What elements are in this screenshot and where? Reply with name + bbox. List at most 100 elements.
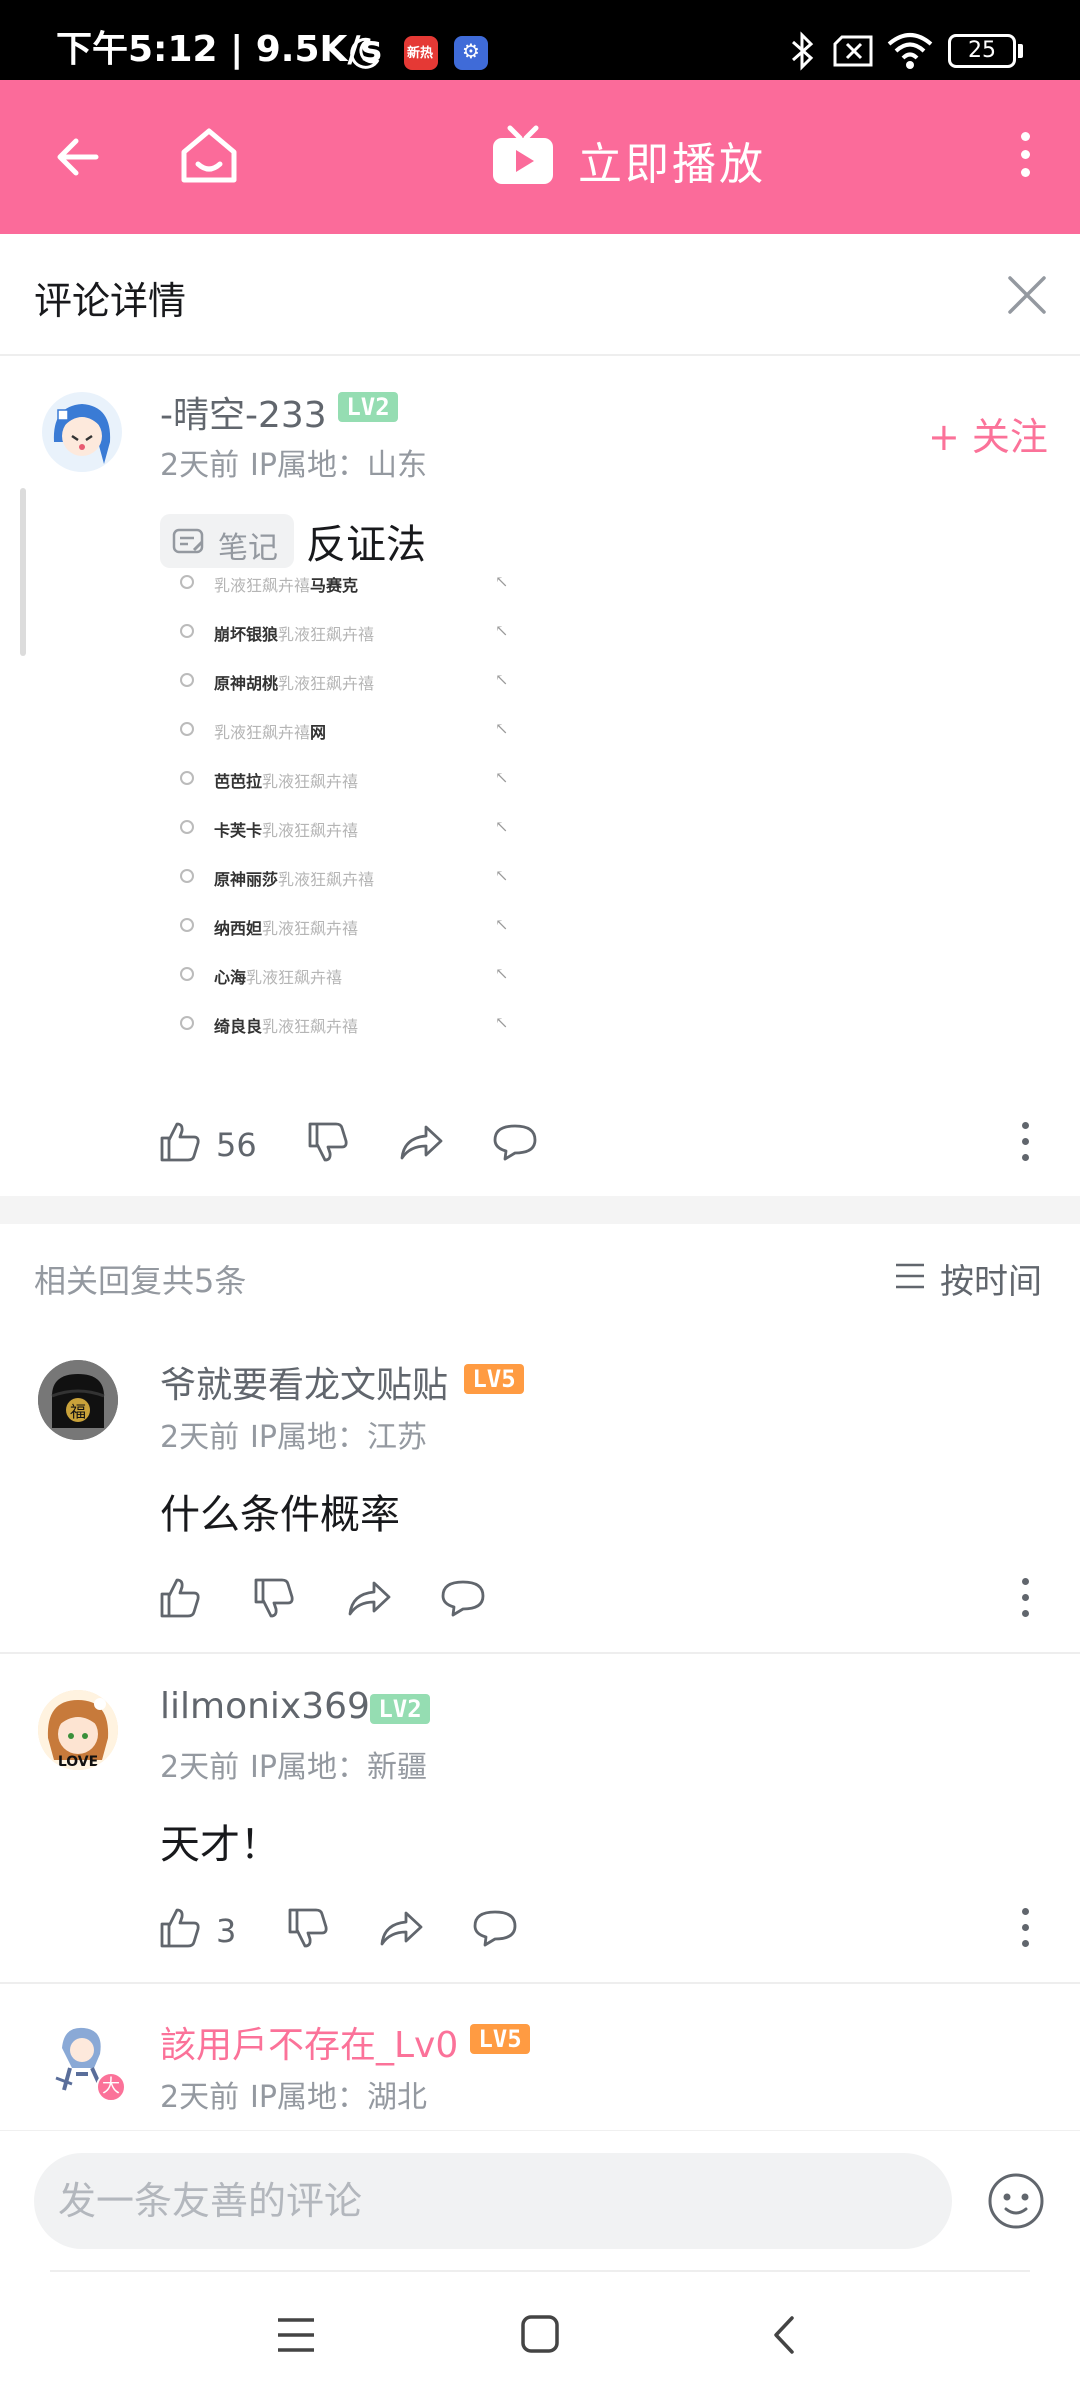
- fill-arrow-icon: ↖: [495, 964, 509, 983]
- search-icon: [180, 1016, 194, 1030]
- reply-icon[interactable]: [492, 1122, 538, 1162]
- share-icon[interactable]: [378, 1908, 424, 1948]
- dislike-icon[interactable]: [286, 1906, 330, 1950]
- fill-arrow-icon: ↖: [495, 572, 509, 591]
- level-badge: LV5: [464, 1364, 524, 1394]
- follow-button[interactable]: + 关注: [928, 406, 1048, 461]
- search-suggestion-text: 绮良良乳液狂飙卉禧: [214, 1017, 359, 1036]
- avatar[interactable]: 福: [38, 1360, 118, 1440]
- comment-more-icon[interactable]: [1020, 1122, 1030, 1166]
- comment-input[interactable]: [34, 2153, 952, 2249]
- home-icon[interactable]: [178, 126, 240, 186]
- reply-ip: IP属地：湖北: [250, 2080, 427, 2115]
- search-suggestion-row: 纳西妲乳液狂飙卉禧 ↖: [160, 913, 520, 943]
- search-icon: [180, 624, 194, 638]
- search-icon: [180, 575, 194, 589]
- scroll-indicator[interactable]: [20, 488, 26, 656]
- sort-button[interactable]: 按时间: [894, 1252, 1054, 1302]
- section-separator: [0, 1196, 1080, 1224]
- vip-badge: 大: [96, 2072, 126, 2102]
- search-suggestion-row: 原神胡桃乳液狂飙卉禧 ↖: [160, 668, 520, 698]
- search-suggestion-text: 乳液狂飙卉禧马赛克: [214, 576, 359, 595]
- reply-time: 2天前: [160, 1750, 240, 1785]
- bluetooth-icon: [792, 31, 814, 71]
- wifi-icon: [887, 33, 933, 69]
- reply-username[interactable]: 爷就要看龙文贴贴: [160, 1356, 448, 1408]
- search-suggestion-text: 芭芭拉乳液狂飙卉禧: [214, 772, 359, 791]
- search-suggestion-text: 卡芙卡乳液狂飙卉禧: [214, 821, 359, 840]
- search-icon: [180, 918, 194, 932]
- menu-icon[interactable]: [276, 2316, 316, 2354]
- avatar[interactable]: LOVE: [38, 1690, 118, 1770]
- reply-username[interactable]: 該用戶不存在_Lv0: [160, 2016, 458, 2068]
- like-icon[interactable]: [158, 1120, 202, 1164]
- back-chevron-icon[interactable]: [770, 2314, 798, 2356]
- fill-arrow-icon: ↖: [495, 768, 509, 787]
- app-bar: 立即播放: [0, 80, 1080, 234]
- search-icon: [180, 820, 194, 834]
- reply-icon[interactable]: [472, 1908, 518, 1948]
- reply-more-icon[interactable]: [1020, 1578, 1030, 1622]
- tv-play-icon[interactable]: [490, 124, 556, 188]
- search-suggestion-row: 芭芭拉乳液狂飙卉禧 ↖: [160, 766, 520, 796]
- comment-text: 反证法: [306, 522, 426, 568]
- avatar[interactable]: 大: [42, 2018, 126, 2102]
- reply-time: 2天前: [160, 2080, 240, 2115]
- note-icon: [172, 528, 204, 554]
- more-vertical-icon[interactable]: [1020, 132, 1030, 177]
- status-bar: 下午5:12 | 9.5K/s 新热 ⚙ 25: [0, 0, 1080, 80]
- moon-icon: [350, 37, 380, 69]
- share-icon[interactable]: [346, 1578, 392, 1618]
- svg-text:LOVE: LOVE: [58, 1754, 98, 1770]
- no-sim-icon: [833, 35, 873, 67]
- app-bar-title[interactable]: 立即播放: [578, 128, 766, 192]
- search-suggestion-row: 乳液狂飙卉禧马赛克 ↖: [160, 570, 520, 600]
- comment-image[interactable]: 乳液狂飙卉禧马赛克 ↖ 崩坏银狼乳液狂飙卉禧 ↖ 原神胡桃乳液狂飙卉禧 ↖ 乳液狂飙卉禧网 ↖…: [160, 570, 540, 1090]
- search-suggestion-text: 纳西妲乳液狂飙卉禧: [214, 919, 359, 938]
- note-tag[interactable]: 笔记: [160, 514, 294, 568]
- back-arrow-icon[interactable]: [52, 132, 102, 182]
- search-suggestion-row: 原神丽莎乳液狂飙卉禧 ↖: [160, 864, 520, 894]
- like-icon[interactable]: [158, 1576, 202, 1620]
- search-icon: [180, 869, 194, 883]
- level-badge: LV2: [370, 1694, 430, 1724]
- avatar[interactable]: [42, 392, 122, 472]
- settings-app-icon: ⚙: [454, 36, 488, 70]
- search-suggestion-text: 原神胡桃乳液狂飙卉禧: [214, 674, 375, 693]
- search-suggestion-text: 原神丽莎乳液狂飙卉禧: [214, 870, 375, 889]
- reply-time: 2天前: [160, 1420, 240, 1455]
- home-square-icon[interactable]: [520, 2314, 560, 2354]
- level-badge: LV2: [338, 392, 398, 422]
- search-icon: [180, 673, 194, 687]
- like-icon[interactable]: [158, 1906, 202, 1950]
- level-badge: LV5: [470, 2024, 530, 2054]
- divider: [0, 1982, 1080, 1984]
- share-icon[interactable]: [398, 1122, 444, 1162]
- fill-arrow-icon: ↖: [495, 866, 509, 885]
- search-suggestion-text: 乳液狂飙卉禧网: [214, 723, 327, 742]
- reply-ip: IP属地：江苏: [250, 1420, 427, 1455]
- comment-time: 2天前: [160, 448, 240, 483]
- battery-icon: 25: [948, 34, 1016, 68]
- reply-icon[interactable]: [440, 1578, 486, 1618]
- search-suggestion-row: 绮良良乳液狂飙卉禧 ↖: [160, 1011, 520, 1041]
- like-count: 56: [216, 1126, 257, 1164]
- status-time: 下午5:12 | 9.5K/s: [56, 29, 383, 70]
- list-sort-icon: [896, 1263, 924, 1289]
- comment-username[interactable]: -晴空-233: [160, 386, 327, 438]
- reply-more-icon[interactable]: [1020, 1908, 1030, 1952]
- close-icon[interactable]: [1006, 274, 1048, 316]
- search-icon: [180, 722, 194, 736]
- dislike-icon[interactable]: [252, 1576, 296, 1620]
- emoji-icon[interactable]: [986, 2171, 1046, 2231]
- comment-detail-header: 评论详情: [0, 234, 1080, 356]
- search-icon: [180, 771, 194, 785]
- comment-input-bar: [0, 2130, 1080, 2270]
- news-app-icon: 新热: [404, 36, 438, 70]
- dislike-icon[interactable]: [306, 1120, 350, 1164]
- search-suggestion-row: 崩坏银狼乳液狂飙卉禧 ↖: [160, 619, 520, 649]
- reply-text: 什么条件概率: [160, 1492, 400, 1538]
- like-count: 3: [216, 1912, 237, 1950]
- reply-username[interactable]: lilmonix369: [160, 1686, 370, 1727]
- fill-arrow-icon: ↖: [495, 817, 509, 836]
